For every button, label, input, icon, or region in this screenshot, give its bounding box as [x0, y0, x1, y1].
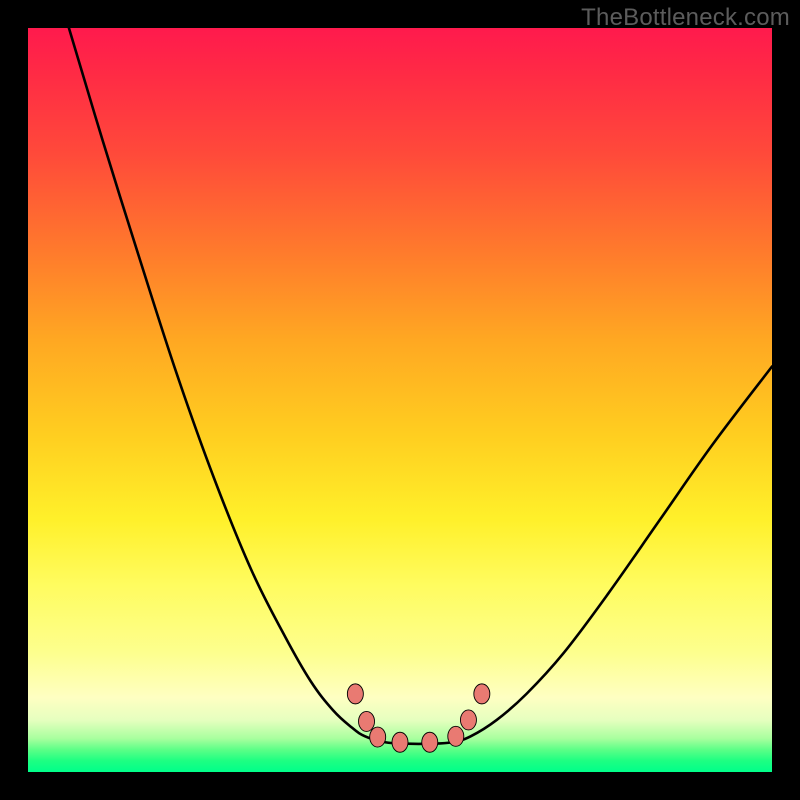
- bottleneck-curve: [69, 28, 772, 744]
- plot-area: [28, 28, 772, 772]
- hotspot-marker: [392, 732, 408, 752]
- hotspot-marker: [422, 732, 438, 752]
- hotspot-marker: [448, 726, 464, 746]
- hotspot-marker: [460, 710, 476, 730]
- hotspot-marker: [359, 711, 375, 731]
- chart-frame: TheBottleneck.com: [0, 0, 800, 800]
- hotspot-marker: [347, 684, 363, 704]
- watermark-text: TheBottleneck.com: [581, 4, 790, 32]
- hotspot-marker: [370, 727, 386, 747]
- hotspot-markers: [347, 684, 489, 752]
- chart-svg: [28, 28, 772, 772]
- hotspot-marker: [474, 684, 490, 704]
